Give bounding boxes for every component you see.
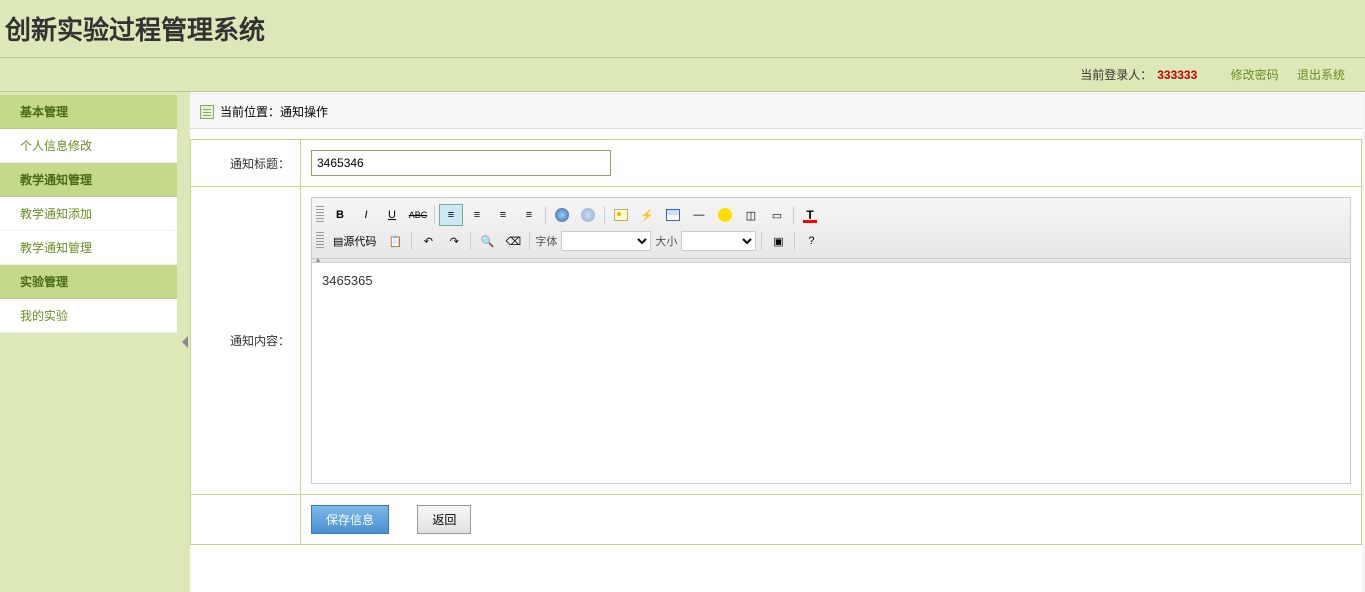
size-select[interactable] <box>681 231 756 251</box>
paste-button[interactable]: 📋 <box>383 230 407 252</box>
top-bar: 当前登录人： 333333 修改密码 退出系统 <box>0 58 1365 92</box>
breadcrumb-text: 当前位置：通知操作 <box>220 103 328 120</box>
image-icon <box>614 209 628 221</box>
separator-icon <box>434 206 435 224</box>
bold-button[interactable]: B <box>328 204 352 226</box>
editor-resize-handle[interactable] <box>312 259 1350 263</box>
menu-header-notice: 教学通知管理 <box>0 163 177 197</box>
breadcrumb: 当前位置：通知操作 <box>190 95 1362 129</box>
current-user-label: 当前登录人： <box>1080 68 1152 82</box>
breadcrumb-icon <box>200 105 214 119</box>
main-content: 当前位置：通知操作 通知标题： 通知内容： B <box>190 95 1362 592</box>
underline-button[interactable]: U <box>380 204 404 226</box>
align-left-button[interactable]: ≡ <box>439 204 463 226</box>
separator-icon <box>761 232 762 250</box>
find-button[interactable]: 🔍 <box>475 230 499 252</box>
emoji-button[interactable] <box>713 204 737 226</box>
sidebar-item-notice-add[interactable]: 教学通知添加 <box>0 197 177 231</box>
form-table: 通知标题： 通知内容： B I U AB <box>190 139 1362 545</box>
separator-icon <box>545 206 546 224</box>
special-button[interactable]: ◫ <box>739 204 763 226</box>
logout-link[interactable]: 退出系统 <box>1297 68 1345 82</box>
menu-header-experiment: 实验管理 <box>0 265 177 299</box>
rich-editor: B I U ABC ≡ ≡ ≡ ≡ <box>311 197 1351 484</box>
sidebar-item-profile[interactable]: 个人信息修改 <box>0 129 177 163</box>
separator-icon <box>470 232 471 250</box>
align-right-button[interactable]: ≡ <box>491 204 515 226</box>
pagebreak-button[interactable]: ▭ <box>765 204 789 226</box>
sidebar-item-my-experiment[interactable]: 我的实验 <box>0 299 177 333</box>
toolbar-grip-icon <box>316 206 324 224</box>
font-select[interactable] <box>561 231 651 251</box>
separator-icon <box>604 206 605 224</box>
separator-icon <box>794 232 795 250</box>
editor-body[interactable]: 3465365 <box>312 263 1350 483</box>
app-header: 创新实验过程管理系统 <box>0 0 1365 58</box>
fullscreen-button[interactable]: ▣ <box>766 230 790 252</box>
title-label: 通知标题： <box>191 140 301 187</box>
editor-toolbar: B I U ABC ≡ ≡ ≡ ≡ <box>312 198 1350 259</box>
sidebar-item-notice-manage[interactable]: 教学通知管理 <box>0 231 177 265</box>
font-label: 字体 <box>535 233 557 249</box>
collapse-arrow-icon <box>182 336 188 348</box>
title-input[interactable] <box>311 150 611 176</box>
textcolor-button[interactable] <box>798 204 822 226</box>
italic-button[interactable]: I <box>354 204 378 226</box>
username: 333333 <box>1157 68 1197 82</box>
hr-button[interactable]: — <box>687 204 711 226</box>
help-button[interactable]: ? <box>799 230 823 252</box>
separator-icon <box>793 206 794 224</box>
flash-button[interactable]: ⚡ <box>635 204 659 226</box>
back-button[interactable]: 返回 <box>417 505 471 534</box>
image-button[interactable] <box>609 204 633 226</box>
textcolor-icon <box>803 208 817 222</box>
app-title: 创新实验过程管理系统 <box>5 10 1365 47</box>
undo-button[interactable]: ↶ <box>416 230 440 252</box>
strike-button[interactable]: ABC <box>406 204 430 226</box>
eraser-button[interactable]: ⌫ <box>501 230 525 252</box>
link-button[interactable] <box>550 204 574 226</box>
separator-icon <box>411 232 412 250</box>
save-button[interactable]: 保存信息 <box>311 505 389 534</box>
source-button[interactable]: ▤ 源代码 <box>328 230 381 252</box>
change-password-link[interactable]: 修改密码 <box>1231 68 1279 82</box>
sidebar-collapse[interactable] <box>180 92 190 592</box>
size-label: 大小 <box>655 233 677 249</box>
separator-icon <box>529 232 530 250</box>
table-icon <box>666 209 680 221</box>
globe-icon <box>555 208 569 222</box>
sidebar: 基本管理 个人信息修改 教学通知管理 教学通知添加 教学通知管理 实验管理 我的… <box>0 92 180 592</box>
table-button[interactable] <box>661 204 685 226</box>
toolbar-grip-icon <box>316 232 324 250</box>
menu-header-basic: 基本管理 <box>0 95 177 129</box>
globe-off-icon <box>581 208 595 222</box>
align-justify-button[interactable]: ≡ <box>517 204 541 226</box>
redo-button[interactable]: ↷ <box>442 230 466 252</box>
align-center-button[interactable]: ≡ <box>465 204 489 226</box>
smile-icon <box>718 208 732 222</box>
content-label: 通知内容： <box>191 187 301 495</box>
unlink-button[interactable] <box>576 204 600 226</box>
